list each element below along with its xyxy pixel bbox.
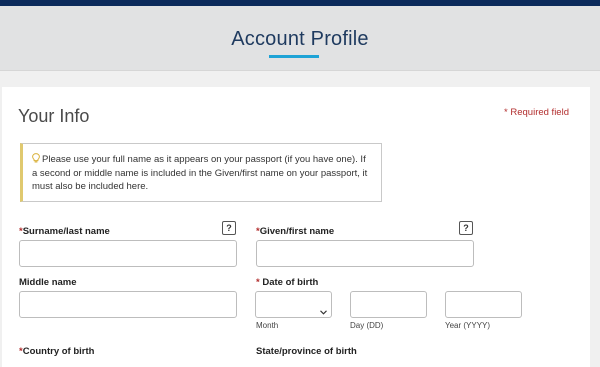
passport-name-notice: Please use your full name as it appears …: [20, 143, 382, 202]
page-title: Account Profile: [231, 28, 369, 50]
birth-year-input[interactable]: [445, 291, 522, 318]
title-underline: [269, 55, 319, 58]
year-sublabel: Year (YYYY): [445, 321, 491, 330]
middle-name-input[interactable]: [19, 291, 237, 318]
birth-month-select[interactable]: [255, 291, 332, 318]
birth-day-input[interactable]: [350, 291, 427, 318]
given-name-input[interactable]: [256, 240, 474, 267]
page-header: Account Profile: [0, 6, 600, 71]
chevron-down-icon: [320, 302, 327, 315]
day-sublabel: Day (DD): [350, 321, 384, 330]
section-title: Your Info: [18, 106, 90, 126]
month-sublabel: Month: [256, 321, 279, 330]
given-name-help-button[interactable]: ?: [459, 221, 473, 235]
country-of-birth-label: *Country of birth: [19, 346, 95, 357]
surname-input[interactable]: [19, 240, 237, 267]
surname-label: *Surname/last name: [19, 226, 110, 237]
required-field-note: * Required field: [504, 107, 569, 118]
notice-text: Please use your full name as it appears …: [32, 154, 368, 192]
given-name-label: *Given/first name: [256, 226, 335, 237]
date-of-birth-label: * Date of birth: [256, 277, 319, 288]
lightbulb-icon: [32, 153, 40, 163]
middle-name-label: Middle name: [19, 277, 77, 288]
surname-help-button[interactable]: ?: [222, 221, 236, 235]
state-of-birth-label: State/province of birth: [256, 346, 357, 357]
